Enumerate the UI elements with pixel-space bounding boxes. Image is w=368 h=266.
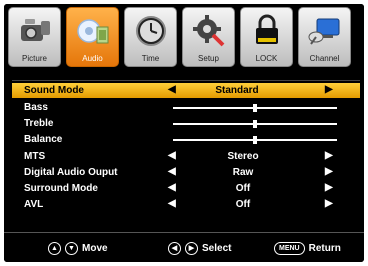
tab-label: Channel bbox=[309, 54, 340, 63]
select-label: Select bbox=[202, 243, 232, 254]
row-label: Digital Audio Ouput bbox=[24, 167, 118, 178]
tab-audio[interactable]: Audio bbox=[66, 7, 119, 67]
lock-icon bbox=[256, 14, 278, 44]
row-label: Sound Mode bbox=[24, 85, 84, 96]
tab-label: Time bbox=[141, 54, 160, 63]
tab-time[interactable]: Time bbox=[124, 7, 177, 67]
arrow-left-icon[interactable]: ◀ bbox=[168, 150, 176, 161]
menu-row-balance[interactable]: Balance bbox=[18, 132, 356, 147]
bass-slider[interactable] bbox=[173, 104, 337, 112]
footer-hint-bar: ▲ ▼ Move ◀ ▶ Select MENU Return bbox=[4, 232, 364, 262]
arrow-up-icon: ▲ bbox=[48, 242, 61, 255]
menu-row-treble[interactable]: Treble bbox=[18, 116, 356, 131]
menu-row-bass[interactable]: Bass bbox=[18, 100, 356, 115]
arrow-left-icon[interactable]: ◀ bbox=[168, 166, 176, 177]
tab-label: Audio bbox=[82, 54, 103, 63]
row-label: MTS bbox=[24, 151, 46, 162]
treble-slider[interactable] bbox=[173, 120, 337, 128]
tab-label: Setup bbox=[198, 54, 219, 63]
arrow-left-icon: ◀ bbox=[168, 242, 181, 255]
row-label: Treble bbox=[24, 118, 54, 129]
row-value: Stereo bbox=[227, 151, 259, 162]
tab-lock[interactable]: LOCK bbox=[240, 7, 293, 67]
arrow-right-icon: ▶ bbox=[185, 242, 198, 255]
menu-row-mts[interactable]: MTS ◀ Stereo ▶ bbox=[18, 149, 356, 164]
row-value: Standard bbox=[215, 85, 259, 96]
menu-row-digital-audio-output[interactable]: Digital Audio Ouput ◀ Raw ▶ bbox=[18, 165, 356, 180]
row-label: AVL bbox=[24, 199, 44, 210]
arrow-right-icon[interactable]: ▶ bbox=[325, 198, 333, 209]
osd-frame: Picture Audio Time Setup LOCK Channel So… bbox=[4, 4, 364, 262]
arrow-left-icon[interactable]: ◀ bbox=[168, 182, 176, 193]
gear-icon bbox=[193, 15, 225, 47]
tv-osd-screen: Picture Audio Time Setup LOCK Channel So… bbox=[0, 0, 368, 266]
row-value: Off bbox=[235, 183, 251, 194]
return-hint: MENU Return bbox=[274, 242, 341, 255]
move-label: Move bbox=[82, 243, 108, 254]
menu-row-surround-mode[interactable]: Surround Mode ◀ Off ▶ bbox=[18, 181, 356, 196]
arrow-left-icon[interactable]: ◀ bbox=[168, 198, 176, 209]
row-label: Balance bbox=[24, 134, 63, 145]
satellite-dish-icon bbox=[308, 18, 340, 45]
menu-row-sound-mode[interactable]: Sound Mode ◀ Standard ▶ bbox=[12, 83, 360, 98]
row-value: Raw bbox=[232, 167, 254, 178]
slider-knob[interactable] bbox=[253, 120, 257, 128]
menu-tabs: Picture Audio Time Setup LOCK Channel bbox=[4, 4, 364, 74]
menu-key-icon: MENU bbox=[274, 242, 305, 255]
row-label: Bass bbox=[24, 102, 48, 113]
select-hint: ◀ ▶ Select bbox=[168, 242, 231, 255]
clock-icon bbox=[136, 16, 166, 46]
balance-slider[interactable] bbox=[173, 136, 337, 144]
arrow-right-icon[interactable]: ▶ bbox=[325, 182, 333, 193]
camera-icon bbox=[21, 19, 50, 41]
tab-label: Picture bbox=[22, 54, 47, 63]
menu-row-avl[interactable]: AVL ◀ Off ▶ bbox=[18, 197, 356, 212]
tab-label: LOCK bbox=[255, 54, 278, 63]
arrow-down-icon: ▼ bbox=[65, 242, 78, 255]
audio-icon bbox=[77, 19, 109, 44]
return-label: Return bbox=[308, 243, 341, 254]
move-hint: ▲ ▼ Move bbox=[48, 242, 108, 255]
arrow-right-icon[interactable]: ▶ bbox=[325, 150, 333, 161]
row-value: Off bbox=[235, 199, 251, 210]
arrow-left-icon[interactable]: ◀ bbox=[168, 84, 176, 95]
tab-setup[interactable]: Setup bbox=[182, 7, 235, 67]
audio-settings-list: Sound Mode ◀ Standard ▶ Bass Treble Bala… bbox=[12, 80, 360, 217]
arrow-right-icon[interactable]: ▶ bbox=[325, 166, 333, 177]
tab-channel[interactable]: Channel bbox=[298, 7, 351, 67]
row-label: Surround Mode bbox=[24, 183, 98, 194]
arrow-right-icon[interactable]: ▶ bbox=[325, 84, 333, 95]
tab-picture[interactable]: Picture bbox=[8, 7, 61, 67]
slider-knob[interactable] bbox=[253, 104, 257, 112]
slider-knob[interactable] bbox=[253, 136, 257, 144]
